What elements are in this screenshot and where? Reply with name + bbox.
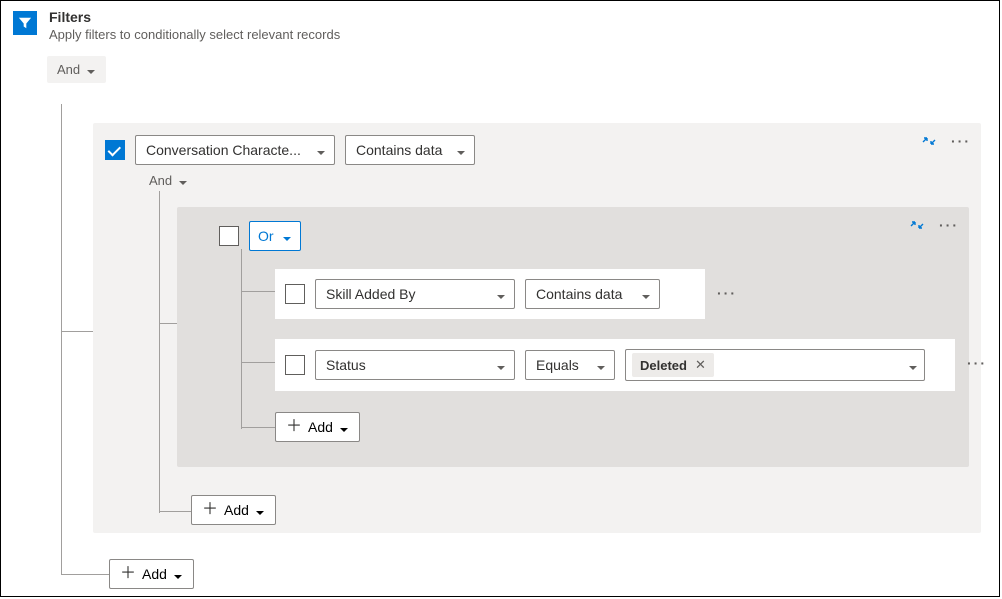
cond1-op-label: Contains data [536,286,622,302]
plus-icon: ＋ [120,566,136,582]
more-icon[interactable]: ··· [939,217,959,233]
group1-operator-dropdown[interactable]: Contains data [345,135,475,165]
chevron-down-icon [86,65,96,75]
chevron-down-icon [178,176,188,186]
group2-logic-label: Or [258,228,274,244]
add-condition-button[interactable]: ＋ Add [191,495,276,525]
value-tag: Deleted ✕ [632,353,714,377]
group2-checkbox[interactable] [219,226,239,246]
root-logic-label: And [57,62,80,77]
group1-logic-label: And [149,173,172,188]
add-label: Add [142,566,167,582]
collapse-icon[interactable] [909,217,925,233]
chevron-down-icon [316,145,326,155]
tree-connector [241,291,275,292]
chevron-down-icon [173,569,183,579]
filter-group-1: ··· Conversation Characte... Contains da… [93,123,981,533]
cond1-checkbox[interactable] [285,284,305,304]
cond2-checkbox[interactable] [285,355,305,375]
tree-connector [61,104,62,574]
tree-connector [61,574,109,575]
filter-icon [13,11,37,35]
tree-connector [61,331,93,332]
chevron-down-icon [456,145,466,155]
condition-row: Status Equals Deleted ✕ [275,339,955,391]
collapse-icon[interactable] [921,133,937,149]
group1-checkbox[interactable] [105,140,125,160]
add-label: Add [224,502,249,518]
group2-logic-dropdown[interactable]: Or [249,221,301,251]
cond2-value-label: Deleted [640,358,687,373]
condition-row: Skill Added By Contains data [275,269,705,319]
plus-icon: ＋ [286,419,302,435]
plus-icon: ＋ [202,502,218,518]
more-icon[interactable]: ··· [717,285,737,301]
cond1-field-dropdown[interactable]: Skill Added By [315,279,515,309]
cond2-field-dropdown[interactable]: Status [315,350,515,380]
chevron-down-icon [596,360,606,370]
group1-field-dropdown[interactable]: Conversation Characte... [135,135,335,165]
tree-connector [241,249,242,429]
chevron-down-icon [496,289,506,299]
page-title: Filters [49,9,340,25]
tree-connector [159,323,177,324]
chevron-down-icon [282,231,292,241]
tree-connector [241,362,275,363]
group1-field-label: Conversation Characte... [146,142,301,158]
add-condition-button[interactable]: ＋ Add [109,559,194,589]
chevron-down-icon [908,360,918,370]
remove-tag-icon[interactable]: ✕ [695,357,706,373]
add-condition-button[interactable]: ＋ Add [275,412,360,442]
filter-group-2: ··· Or Skill Added By [177,207,969,467]
tree-connector [241,427,275,428]
more-icon[interactable]: ··· [951,133,971,149]
cond1-field-label: Skill Added By [326,286,416,302]
tree-connector [159,191,160,513]
chevron-down-icon [255,505,265,515]
cond1-operator-dropdown[interactable]: Contains data [525,279,660,309]
group1-op-label: Contains data [356,142,442,158]
add-label: Add [308,419,333,435]
more-icon[interactable]: ··· [967,355,987,371]
cond2-operator-dropdown[interactable]: Equals [525,350,615,380]
cond2-op-label: Equals [536,357,579,373]
group1-logic-dropdown[interactable]: And [149,173,188,188]
root-logic-dropdown[interactable]: And [47,56,106,83]
cond2-value-dropdown[interactable]: Deleted ✕ [625,349,925,381]
chevron-down-icon [641,289,651,299]
tree-connector [159,511,191,512]
page-subtitle: Apply filters to conditionally select re… [49,27,340,42]
chevron-down-icon [496,360,506,370]
cond2-field-label: Status [326,357,366,373]
chevron-down-icon [339,422,349,432]
